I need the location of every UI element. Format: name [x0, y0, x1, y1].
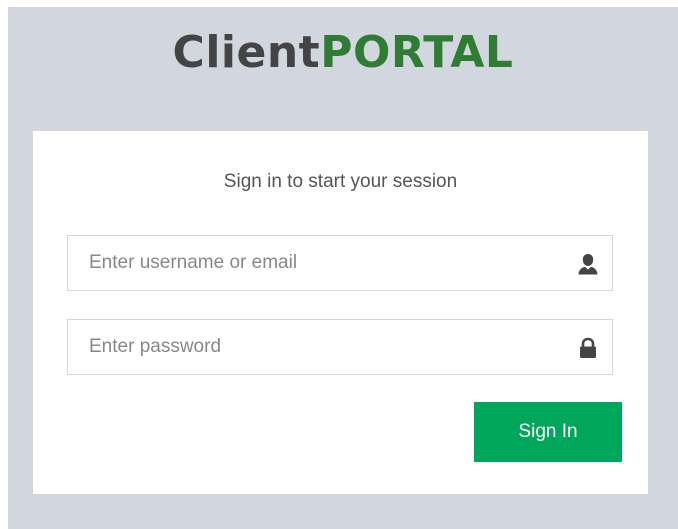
- lock-icon: [578, 337, 598, 359]
- login-box: Sign in to start your session Sign In: [33, 131, 648, 494]
- logo-text-client: Client: [172, 27, 321, 78]
- logo: ClientPORTAL: [8, 25, 678, 81]
- password-field: [67, 319, 613, 375]
- username-input[interactable]: [68, 236, 612, 290]
- login-box-message: Sign in to start your session: [223, 171, 458, 192]
- username-field: [67, 235, 613, 291]
- password-input[interactable]: [68, 320, 612, 374]
- user-icon: [578, 253, 598, 275]
- logo-text-portal: PORTAL: [320, 27, 514, 78]
- sign-in-button[interactable]: Sign In: [474, 402, 622, 462]
